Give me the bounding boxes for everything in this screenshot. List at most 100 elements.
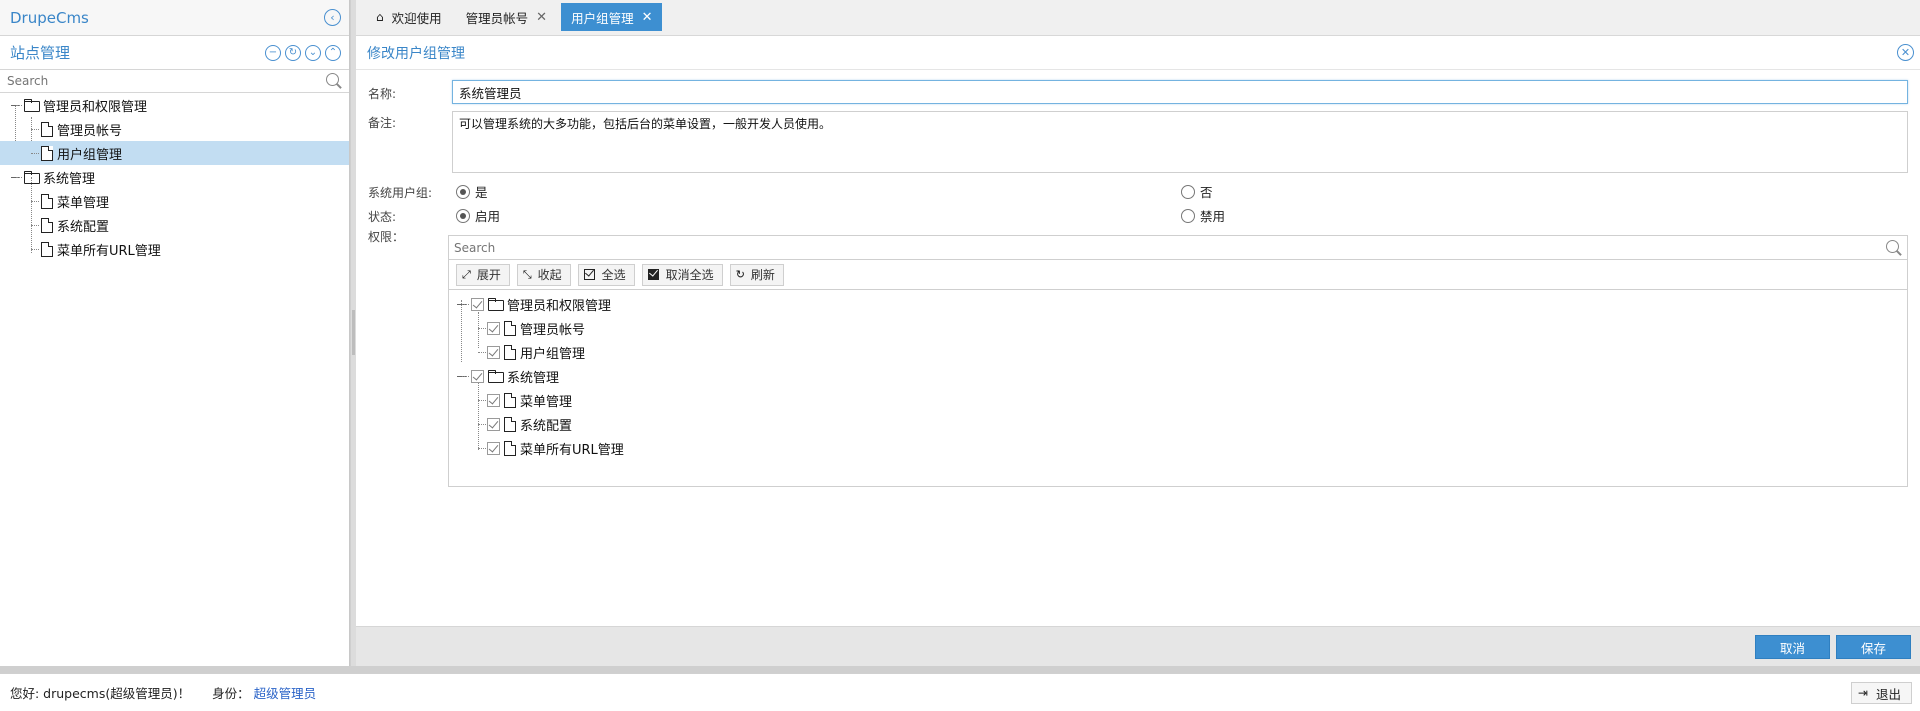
close-icon[interactable]: ✕ [642,10,653,25]
sidebar-panel: DrupeCms ‹ 站点管理 − ↻ ⌄ ⌃ 管理员和权限管理 [0,0,350,666]
splitter-grip[interactable] [352,310,355,355]
checkbox-checked-icon[interactable] [471,369,484,383]
tab-label: 用户组管理 [571,10,634,26]
file-icon [504,320,516,336]
sidebar-item-system[interactable]: 系统管理 [0,165,349,189]
minus-icon[interactable]: − [265,44,281,61]
close-icon[interactable]: ✕ [536,10,547,25]
checkbox-checked-icon[interactable] [487,417,500,431]
perm-toolbar: ⤢ 展开 ⤡ 收起 全选 取消全选 ↻ 刷新 [449,260,1907,290]
perm-node-system[interactable]: 系统管理 [449,364,1907,388]
home-icon: ⌂ [376,10,384,24]
sidebar-item-label: 菜单所有URL管理 [57,243,161,259]
sidebar-search-input[interactable] [7,74,325,88]
form-footer: 取消 保存 [356,626,1920,666]
sidebar-item-label: 系统配置 [57,219,110,235]
chevron-up-icon[interactable]: ⌃ [325,44,341,61]
status-disabled-radio[interactable]: 禁用 [1181,206,1225,225]
perm-search-input[interactable] [454,240,1885,255]
status-bar: 您好: drupecms(超级管理员)！ 身份： 超级管理员 ⇥ 退出 [0,673,1920,711]
tree-line [478,400,486,401]
perm-node-system-config[interactable]: 系统配置 [449,412,1907,436]
refresh-icon[interactable]: ↻ [285,44,301,61]
cancel-button[interactable]: 取消 [1755,635,1830,659]
sys-group-no-radio[interactable]: 否 [1181,182,1213,201]
sidebar-item-system-config[interactable]: 系统配置 [0,213,349,237]
checkbox-checked-icon[interactable] [487,321,500,335]
sidebar-item-user-groups[interactable]: 用户组管理 [0,141,349,165]
checkbox-checked-icon[interactable] [471,297,484,311]
file-icon [41,217,53,233]
file-icon [504,344,516,360]
file-icon [41,193,53,209]
tab-bar: ⌂ 欢迎使用 管理员帐号 ✕ 用户组管理 ✕ [356,0,1920,36]
perm-node-admin-permissions[interactable]: 管理员和权限管理 [449,292,1907,316]
save-button[interactable]: 保存 [1836,635,1911,659]
file-icon [504,392,516,408]
tree-line [478,424,486,425]
status-label: 状态: [368,210,397,224]
select-all-button[interactable]: 全选 [577,263,635,286]
status-enabled-radio[interactable]: 启用 [456,206,500,225]
logout-icon: ⇥ [1857,686,1868,700]
refresh-button[interactable]: ↻ 刷新 [729,263,784,286]
perm-node-label: 菜单所有URL管理 [520,442,624,458]
radio-checked-icon [456,208,470,223]
sidebar-item-menu-urls[interactable]: 菜单所有URL管理 [0,237,349,261]
remark-label: 备注: [368,116,397,130]
sidebar-title: 站点管理 [10,44,71,62]
sidebar-search [0,70,349,93]
close-form-icon[interactable]: ✕ [1897,44,1914,61]
name-input[interactable] [452,80,1908,104]
perm-node-menus[interactable]: 菜单管理 [449,388,1907,412]
app-header: DrupeCms ‹ [0,0,349,36]
name-label: 名称: [368,87,397,101]
perm-node-menu-urls[interactable]: 菜单所有URL管理 [449,436,1907,460]
sidebar-tools: − ↻ ⌄ ⌃ [265,44,341,61]
tab-user-groups[interactable]: 用户组管理 ✕ [561,3,663,31]
tree-line [16,105,22,106]
collapse-icon: ⤡ [522,267,532,281]
app-title: DrupeCms [10,8,89,27]
file-icon [504,416,516,432]
perm-node-label: 管理员帐号 [520,322,586,338]
tab-admin-accounts[interactable]: 管理员帐号 ✕ [456,3,557,31]
role-link[interactable]: 超级管理员 [254,683,317,702]
folder-open-icon [24,99,40,112]
logout-button[interactable]: ⇥ 退出 [1850,682,1912,704]
sidebar-item-menus[interactable]: 菜单管理 [0,189,349,213]
perm-node-label: 用户组管理 [520,346,586,362]
tab-welcome[interactable]: ⌂ 欢迎使用 [366,3,452,31]
sidebar-item-admin-accounts[interactable]: 管理员帐号 [0,117,349,141]
button-label: 收起 [537,268,562,282]
permission-tree: 管理员和权限管理 管理员帐号 用户组管理 系统管理 菜单管理 系统配置 菜单所有… [449,290,1907,460]
checkbox-checked-icon[interactable] [487,345,500,359]
expand-button[interactable]: ⤢ 展开 [456,263,510,286]
search-icon[interactable] [325,72,343,90]
checkbox-checked-icon[interactable] [487,441,500,455]
site-header: 站点管理 − ↻ ⌄ ⌃ [0,36,349,70]
file-icon [41,145,53,161]
search-icon[interactable] [1885,239,1903,257]
perm-node-user-groups[interactable]: 用户组管理 [449,340,1907,364]
deselect-all-button[interactable]: 取消全选 [641,263,723,286]
checkbox-checked-icon[interactable] [487,393,500,407]
radio-label: 是 [475,185,488,200]
sidebar-item-label: 用户组管理 [57,147,123,163]
refresh-icon: ↻ [735,268,745,281]
perm-node-label: 管理员和权限管理 [507,298,612,314]
sidebar-item-label: 菜单管理 [57,195,110,211]
remark-textarea[interactable]: 可以管理系统的大多功能，包括后台的菜单设置，一般开发人员使用。 [452,111,1908,173]
chevron-down-icon[interactable]: ⌄ [305,44,321,61]
radio-label: 禁用 [1200,209,1226,224]
perm-node-label: 菜单管理 [520,394,573,410]
sidebar-item-admin-permissions[interactable]: 管理员和权限管理 [0,93,349,117]
folder-open-icon [488,370,504,383]
perm-node-admin-accounts[interactable]: 管理员帐号 [449,316,1907,340]
tab-label: 欢迎使用 [391,10,442,26]
collapse-sidebar-icon[interactable]: ‹ [324,9,341,26]
sidebar-tree: 管理员和权限管理 管理员帐号 用户组管理 系统管理 菜单管理 系统配置 菜单所有… [0,93,349,261]
collapse-button[interactable]: ⤡ 收起 [516,263,571,286]
sys-group-yes-radio[interactable]: 是 [456,182,488,201]
sidebar-item-label: 系统管理 [43,171,96,187]
